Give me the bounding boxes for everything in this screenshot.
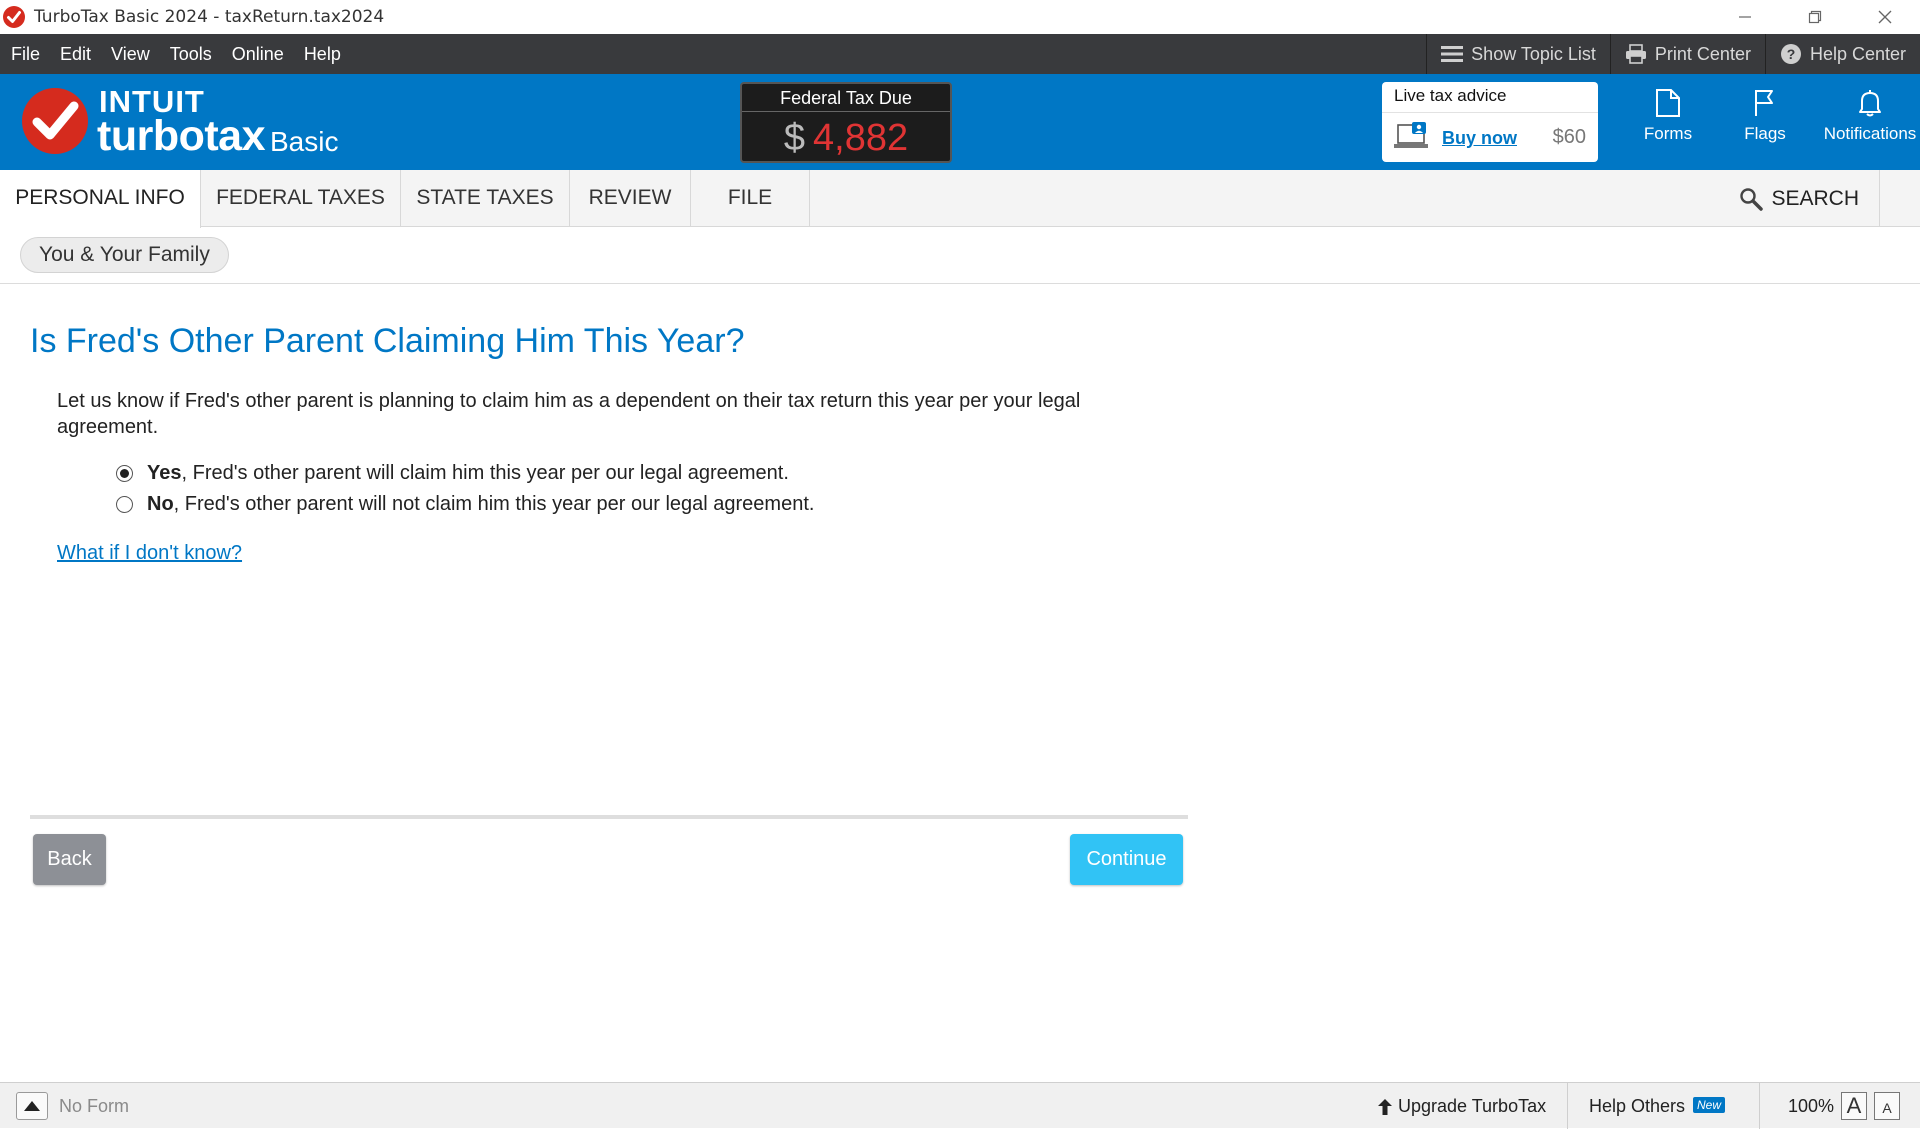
menu-tools[interactable]: Tools (160, 34, 222, 74)
tab-federal-taxes[interactable]: FEDERAL TAXES (201, 170, 401, 227)
printer-icon (1625, 44, 1646, 64)
arrow-up-icon (1378, 1098, 1392, 1115)
print-center-button[interactable]: Print Center (1609, 34, 1765, 74)
document-icon (1656, 89, 1680, 117)
tab-file[interactable]: FILE (691, 170, 810, 227)
expert-laptop-icon (1394, 122, 1428, 148)
close-icon (1878, 10, 1892, 24)
show-topic-list-label: Show Topic List (1471, 43, 1596, 64)
menubar-actions: Show Topic List Print Center ? Help Cent… (1426, 34, 1920, 74)
restore-button[interactable] (1780, 0, 1850, 34)
notifications-label: Notifications (1823, 124, 1917, 143)
page-description: Let us know if Fred's other parent is pl… (57, 390, 1081, 438)
menu-bar: File Edit View Tools Online Help Show To… (0, 34, 1920, 74)
close-button[interactable] (1850, 0, 1920, 34)
tax-due-currency: $ (783, 117, 806, 159)
search-label: SEARCH (1771, 186, 1859, 210)
form-panel-toggle-button[interactable] (16, 1092, 48, 1120)
menu-view[interactable]: View (101, 34, 160, 74)
live-advice-price: $60 (1552, 126, 1586, 148)
list-icon (1441, 46, 1464, 62)
live-advice-title: Live tax advice (1394, 86, 1507, 105)
flags-label: Flags (1744, 124, 1786, 143)
help-circle-icon: ? (1780, 44, 1801, 64)
status-bar: No Form Upgrade TurboTax Help Others New… (0, 1082, 1920, 1129)
breadcrumb: You & Your Family (0, 227, 1920, 284)
brand-edition: Basic (270, 126, 339, 157)
content-divider (30, 815, 1188, 819)
minimize-button[interactable] (1710, 0, 1780, 34)
option-no[interactable]: No, Fred's other parent will not claim h… (116, 493, 814, 516)
app-header: INTUIT turbotax Basic Federal Tax Due $4… (0, 74, 1920, 170)
statusbar-separator (1567, 1083, 1568, 1129)
live-tax-advice-panel: Live tax advice Buy now $60 (1382, 82, 1598, 162)
federal-tax-due-panel[interactable]: Federal Tax Due $4,882 (740, 82, 952, 163)
menu-online[interactable]: Online (222, 34, 294, 74)
restore-icon (1808, 10, 1822, 24)
radio-yes[interactable] (116, 465, 133, 482)
svg-text:?: ? (1787, 46, 1796, 62)
brand-turbotax: turbotax (97, 112, 266, 160)
what-if-i-dont-know-link[interactable]: What if I don't know? (57, 542, 242, 565)
help-center-button[interactable]: ? Help Center (1764, 34, 1920, 74)
tab-state-taxes[interactable]: STATE TAXES (401, 170, 570, 227)
forms-button[interactable]: Forms (1618, 88, 1718, 144)
buy-now-link[interactable]: Buy now (1442, 128, 1517, 149)
triangle-up-icon (24, 1101, 40, 1111)
notifications-button[interactable]: Notifications (1820, 88, 1920, 144)
section-tabs: PERSONAL INFO FEDERAL TAXES STATE TAXES … (0, 170, 1920, 228)
statusbar-separator (1759, 1083, 1760, 1129)
turbotax-logo-icon (22, 88, 88, 154)
help-center-label: Help Center (1809, 43, 1906, 64)
zoom-level: 100% (1788, 1096, 1835, 1116)
minimize-icon (1739, 16, 1751, 18)
bell-icon (1859, 90, 1881, 117)
menu-edit[interactable]: Edit (50, 34, 101, 74)
font-size-small-button[interactable]: A (1874, 1092, 1900, 1120)
live-advice-divider (1382, 112, 1598, 113)
search-button[interactable]: SEARCH (1739, 170, 1880, 227)
option-yes[interactable]: Yes, Fred's other parent will claim him … (116, 462, 789, 485)
help-others-link[interactable]: Help Others (1589, 1096, 1685, 1117)
radio-selected-dot (120, 469, 129, 478)
upgrade-turbotax-button[interactable]: Upgrade TurboTax (1378, 1096, 1546, 1117)
flag-icon (1755, 90, 1773, 116)
forms-label: Forms (1643, 124, 1693, 143)
back-button[interactable]: Back (33, 834, 106, 885)
tab-review[interactable]: REVIEW (570, 170, 691, 227)
menu-file[interactable]: File (0, 34, 50, 74)
tax-due-amount: $4,882 (742, 117, 950, 160)
window-title: TurboTax Basic 2024 - taxReturn.tax2024 (34, 7, 385, 27)
breadcrumb-you-and-family[interactable]: You & Your Family (20, 237, 229, 273)
page-title: Is Fred's Other Parent Claiming Him This… (30, 322, 745, 360)
print-center-label: Print Center (1654, 43, 1751, 64)
new-badge: New (1693, 1097, 1726, 1113)
tab-personal-info[interactable]: PERSONAL INFO (0, 170, 201, 228)
font-size-large-button[interactable]: A (1841, 1092, 1867, 1120)
search-icon (1740, 187, 1764, 211)
continue-button[interactable]: Continue (1070, 834, 1183, 885)
current-form-label: No Form (59, 1096, 130, 1116)
window-titlebar: TurboTax Basic 2024 - taxReturn.tax2024 (0, 0, 1920, 34)
turbotax-app-icon (3, 6, 25, 28)
flags-button[interactable]: Flags (1715, 88, 1815, 144)
tax-due-label: Federal Tax Due (742, 84, 950, 112)
tax-due-value: 4,882 (813, 117, 909, 159)
option-yes-label: Yes, Fred's other parent will claim him … (147, 462, 789, 484)
menu-help[interactable]: Help (294, 34, 351, 74)
option-no-label: No, Fred's other parent will not claim h… (147, 493, 815, 515)
upgrade-label: Upgrade TurboTax (1398, 1096, 1547, 1116)
radio-no[interactable] (116, 496, 133, 513)
window-controls (1710, 0, 1920, 34)
show-topic-list-button[interactable]: Show Topic List (1426, 34, 1610, 74)
